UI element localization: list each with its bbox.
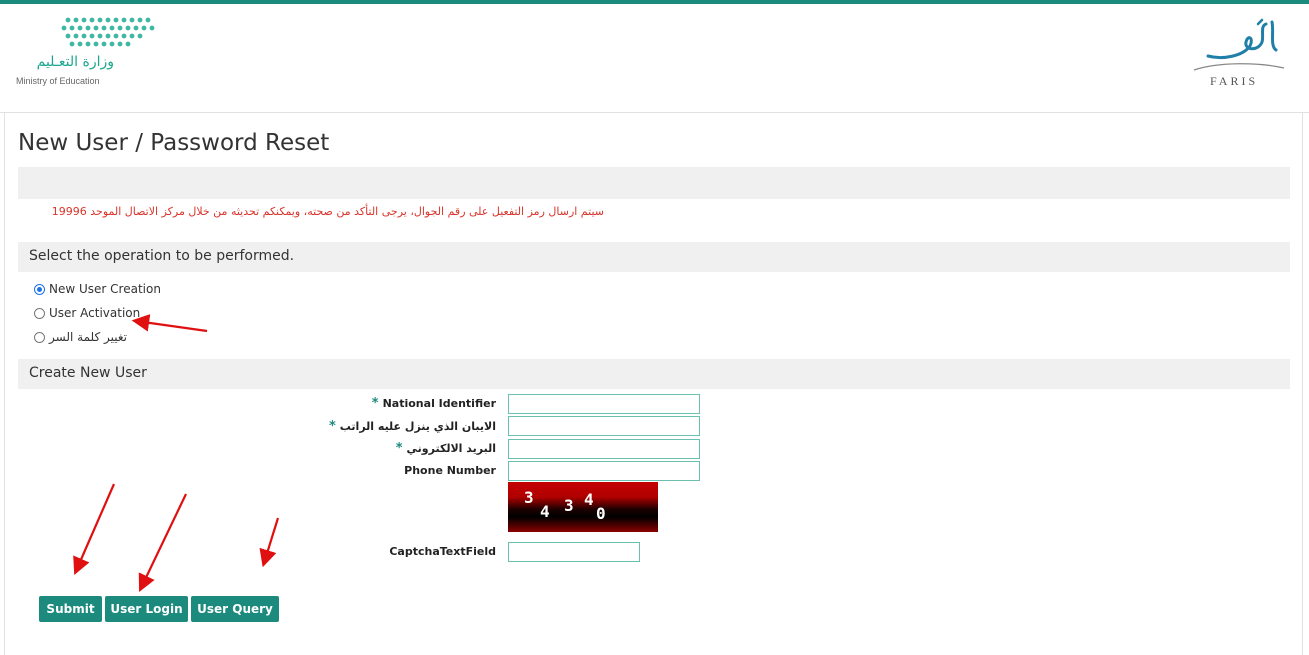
ministry-dots-icon — [61, 17, 155, 47]
email-input[interactable] — [508, 439, 700, 459]
ministry-name-english: Ministry of Education — [16, 76, 100, 86]
national-identifier-input[interactable] — [508, 394, 700, 414]
option-label: New User Creation — [49, 282, 161, 296]
captcha-char: 0 — [596, 504, 606, 523]
message-bar — [18, 167, 1290, 199]
option-change-password[interactable]: تغيير كلمة السر — [34, 330, 127, 344]
header: وزارة التعـليم Ministry of Education FAR… — [0, 4, 1309, 113]
create-user-heading: Create New User — [29, 365, 147, 381]
page-title: New User / Password Reset — [18, 130, 330, 156]
captcha-image: 3 4 3 4 0 — [508, 482, 658, 532]
operation-heading: Select the operation to be performed. — [29, 248, 295, 264]
required-asterisk: * — [395, 441, 403, 456]
captcha-char: 3 — [564, 496, 574, 515]
operation-section-header: Select the operation to be performed. — [18, 242, 1290, 272]
create-user-section-header: Create New User — [18, 359, 1290, 389]
iban-label: * الايبان الذي ينزل عليه الراتب — [328, 419, 496, 434]
radio-change-password[interactable] — [34, 331, 45, 343]
radio-new-user-creation[interactable] — [34, 283, 45, 295]
phone-number-input[interactable] — [508, 461, 700, 481]
required-asterisk: * — [328, 419, 336, 434]
activation-notice: سيتم ارسال رمز التفعيل على رقم الجوال، ي… — [51, 205, 604, 218]
submit-button[interactable]: Submit — [39, 596, 102, 622]
captcha-char: 4 — [584, 490, 594, 509]
faris-logo: FARIS — [1188, 16, 1288, 96]
option-user-activation[interactable]: User Activation — [34, 306, 140, 320]
ministry-of-education-logo: وزارة التعـليم Ministry of Education — [16, 16, 166, 96]
captcha-input[interactable] — [508, 542, 640, 562]
captcha-char: 4 — [540, 502, 550, 521]
option-label: تغيير كلمة السر — [49, 330, 127, 344]
captcha-char: 3 — [524, 488, 534, 507]
captcha-label: CaptchaTextField — [389, 545, 496, 558]
faris-brand-text: FARIS — [1210, 74, 1259, 88]
faris-calligraphy-icon — [1193, 18, 1285, 71]
email-label: * البريد الالكتروني — [395, 441, 496, 456]
required-asterisk: * — [371, 396, 379, 411]
phone-number-label: Phone Number — [404, 464, 496, 477]
ministry-name-arabic: وزارة التعـليم — [36, 54, 114, 70]
national-identifier-label: * National Identifier — [371, 396, 496, 411]
iban-input[interactable] — [508, 416, 700, 436]
radio-user-activation[interactable] — [34, 307, 45, 319]
option-new-user-creation[interactable]: New User Creation — [34, 282, 161, 296]
user-query-button[interactable]: User Query — [191, 596, 279, 622]
option-label: User Activation — [49, 306, 141, 320]
user-login-button[interactable]: User Login — [105, 596, 188, 622]
